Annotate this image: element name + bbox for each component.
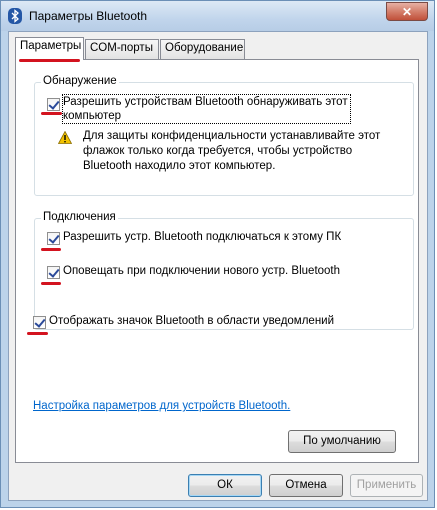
allow-connect-checkbox[interactable] [47,232,60,245]
annotation-underline [41,282,61,285]
notify-new-label[interactable]: Оповещать при подключении нового устр. B… [63,265,340,277]
title-bar[interactable]: Параметры Bluetooth ✕ [1,1,434,31]
bluetooth-settings-window: Параметры Bluetooth ✕ Параметры COM-порт… [0,0,435,508]
notify-new-checkbox[interactable] [47,266,60,279]
warning-line1: Для защиты конфиденциальности устанавлив… [83,130,381,142]
bluetooth-icon [8,8,22,24]
tab-com-ports[interactable]: COM-порты [85,39,159,59]
warning-line3: Bluetooth находило этот компьютер. [83,160,276,172]
annotation-underline [41,112,62,115]
dialog-client-area: Параметры COM-порты Оборудование Обнаруж… [8,31,428,501]
ok-button[interactable]: ОК [188,474,262,497]
annotation-underline [41,248,61,251]
show-icon-checkbox[interactable] [33,316,46,329]
device-settings-link[interactable]: Настройка параметров для устройств Bluet… [33,400,290,412]
connections-group-label: Подключения [41,211,118,223]
allow-discovery-checkbox[interactable] [47,98,60,111]
cancel-button[interactable]: Отмена [269,474,343,497]
tab-hardware[interactable]: Оборудование [160,39,245,59]
apply-button[interactable]: Применить [350,474,423,497]
defaults-button[interactable]: По умолчанию [288,430,396,453]
discovery-group-label: Обнаружение [41,75,119,87]
annotation-underline [19,59,80,62]
tab-parameters[interactable]: Параметры [15,37,84,60]
allow-discovery-line1: Разрешить устройствам Bluetooth обнаружи… [63,96,348,108]
show-icon-label[interactable]: Отображать значок Bluetooth в области ув… [49,315,334,327]
warning-line2: флажок только когда требуется, чтобы уст… [83,145,353,157]
allow-discovery-label[interactable]: Разрешить устройствам Bluetooth обнаружи… [62,94,351,124]
window-title: Параметры Bluetooth [29,9,148,23]
allow-connect-label[interactable]: Разрешить устр. Bluetooth подключаться к… [63,231,341,243]
annotation-underline [27,332,48,335]
close-button[interactable]: ✕ [386,2,428,21]
allow-discovery-line2: компьютер [63,110,121,122]
discovery-warning-text: Для защиты конфиденциальности устанавлив… [83,129,380,174]
parameters-panel: Обнаружение Разрешить устройствам Blueto… [15,59,419,463]
warning-icon [58,131,72,144]
